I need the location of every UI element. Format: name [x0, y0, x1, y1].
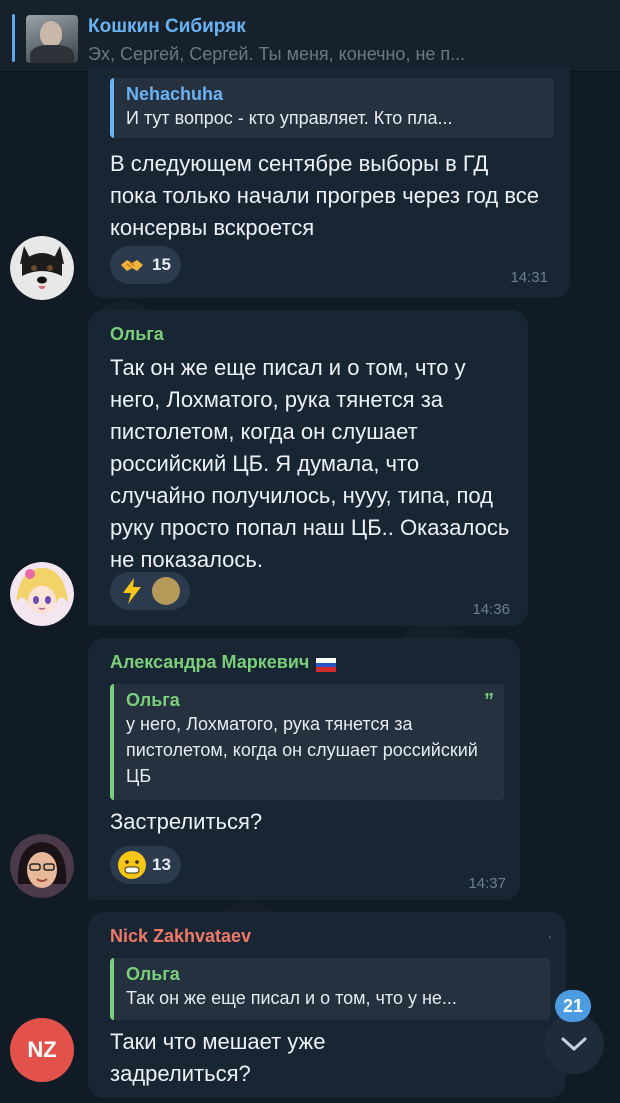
pinned-message-bar[interactable]: Кошкин Сибиряк Эх, Сергей, Сергей. Ты ме…	[0, 0, 620, 72]
message-bubble[interactable]: Александра Маркевич Ольга у него, Лохмат…	[88, 638, 520, 900]
scroll-down-button[interactable]	[544, 1014, 604, 1074]
avatar-woman[interactable]	[10, 834, 74, 898]
pinned-thumbnail	[26, 15, 78, 63]
reply-text: И тут вопрос - кто управляет. Кто пла...	[126, 108, 453, 128]
reply-sender-name: Ольга	[126, 964, 180, 984]
reply-sender-name: Nehachuha	[126, 84, 224, 104]
pinned-indicator	[12, 14, 15, 62]
reaction-chip[interactable]: 15	[110, 246, 181, 284]
reaction-count: 13	[152, 855, 171, 874]
avatar-husky[interactable]	[10, 236, 74, 300]
pinned-sender-name: Кошкин Сибиряк	[88, 16, 246, 37]
lightning-icon	[118, 577, 146, 605]
sender-name-text: Александра Маркевич	[110, 652, 310, 672]
sender-name[interactable]: Nick Zakhvataev	[110, 926, 251, 947]
message-bubble[interactable]: Ольга Так он же еще писал и о том, что у…	[88, 310, 528, 626]
sender-name[interactable]: Ольга	[110, 324, 164, 345]
message-text: Так он же еще писал и о том, что у него,…	[110, 355, 510, 572]
reply-quote[interactable]: Ольга у него, Лохматого, рука тянется за…	[110, 684, 504, 800]
sender-name[interactable]: Александра Маркевич	[110, 652, 337, 673]
reply-text: у него, Лохматого, рука тянется за писто…	[126, 714, 478, 786]
reply-sender-name: Ольга	[126, 690, 180, 710]
handshake-icon	[118, 251, 146, 279]
message-bubble[interactable]: Nehachuha И тут вопрос - кто управляет. …	[88, 66, 570, 298]
avatar-initials[interactable]: NZ	[10, 1018, 74, 1082]
message-time: 14:31	[510, 269, 548, 286]
message-text: В следующем сентябре выборы в ГД пока то…	[110, 151, 540, 240]
unread-count-badge: 21	[555, 990, 591, 1022]
message-text: Таки что мешает уже задрелиться?	[110, 1029, 326, 1086]
avatar-anime-girl[interactable]	[10, 562, 74, 626]
avatar-mini-icon	[152, 577, 180, 605]
reaction-chip[interactable]: 13	[110, 846, 181, 884]
russian-flag-icon	[316, 656, 337, 673]
pinned-preview-text: Эх, Сергей, Сергей. Ты меня, конечно, не…	[88, 44, 466, 64]
reaction-chip[interactable]	[110, 572, 190, 610]
grinning-icon	[118, 851, 146, 879]
message-text: Застрелиться?	[110, 809, 263, 834]
reaction-count: 15	[152, 255, 171, 274]
reply-quote[interactable]: Nehachuha И тут вопрос - кто управляет. …	[110, 78, 554, 138]
chevron-down-icon	[561, 1037, 587, 1052]
reply-quote[interactable]: Ольга Так он же еще писал и о том, что у…	[110, 958, 550, 1020]
message-time: 14:36	[472, 601, 510, 618]
message-menu-dot[interactable]: ·	[547, 928, 552, 944]
message-time: 14:37	[468, 875, 506, 892]
quote-icon: ”	[484, 690, 494, 712]
avatar-initials-text: NZ	[27, 1037, 57, 1062]
reply-text: Так он же еще писал и о том, что у не...	[126, 988, 457, 1008]
message-bubble[interactable]: Nick Zakhvataev · Ольга Так он же еще пи…	[88, 912, 566, 1098]
